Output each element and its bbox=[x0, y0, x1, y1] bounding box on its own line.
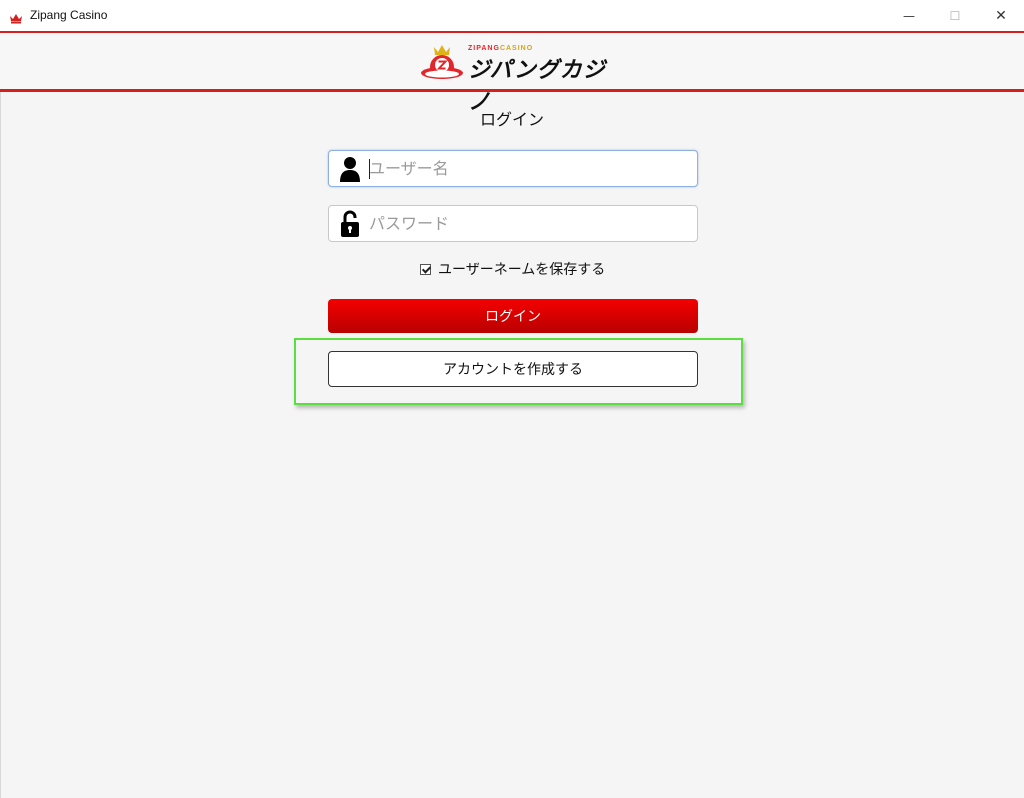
padlock-icon bbox=[339, 210, 361, 242]
maximize-button[interactable]: ☐ bbox=[932, 0, 978, 31]
create-account-button[interactable]: アカウントを作成する bbox=[328, 351, 698, 387]
password-field[interactable] bbox=[328, 205, 698, 242]
remember-username[interactable]: ユーザーネームを保存する bbox=[420, 260, 605, 278]
login-button[interactable]: ログイン bbox=[328, 299, 698, 333]
crown-z-emblem-icon bbox=[420, 43, 464, 85]
username-input[interactable] bbox=[369, 156, 689, 181]
user-icon bbox=[339, 155, 361, 187]
window-left-edge bbox=[0, 33, 1, 798]
minimize-button[interactable]: — bbox=[886, 0, 932, 31]
remember-label: ユーザーネームを保存する bbox=[438, 262, 606, 278]
title-bar: Zipang Casino — ☐ ✕ bbox=[0, 0, 1024, 33]
password-input[interactable] bbox=[369, 211, 689, 236]
username-field[interactable] bbox=[328, 150, 698, 187]
zipang-casino-logo: ZIPANGCASINO ジパングカジノ bbox=[420, 39, 610, 115]
casino-crown-icon bbox=[9, 9, 23, 24]
minimize-icon: — bbox=[903, 8, 915, 23]
close-button[interactable]: ✕ bbox=[978, 0, 1024, 31]
login-heading: ログイン bbox=[479, 110, 544, 129]
close-icon: ✕ bbox=[995, 7, 1007, 24]
app-header: ZIPANGCASINO ジパングカジノ bbox=[0, 33, 1024, 115]
maximize-icon: ☐ bbox=[949, 8, 961, 23]
remember-checkbox[interactable] bbox=[420, 263, 431, 275]
logo-subtitle: ZIPANGCASINO bbox=[468, 45, 534, 52]
window-title: Zipang Casino bbox=[30, 8, 108, 22]
